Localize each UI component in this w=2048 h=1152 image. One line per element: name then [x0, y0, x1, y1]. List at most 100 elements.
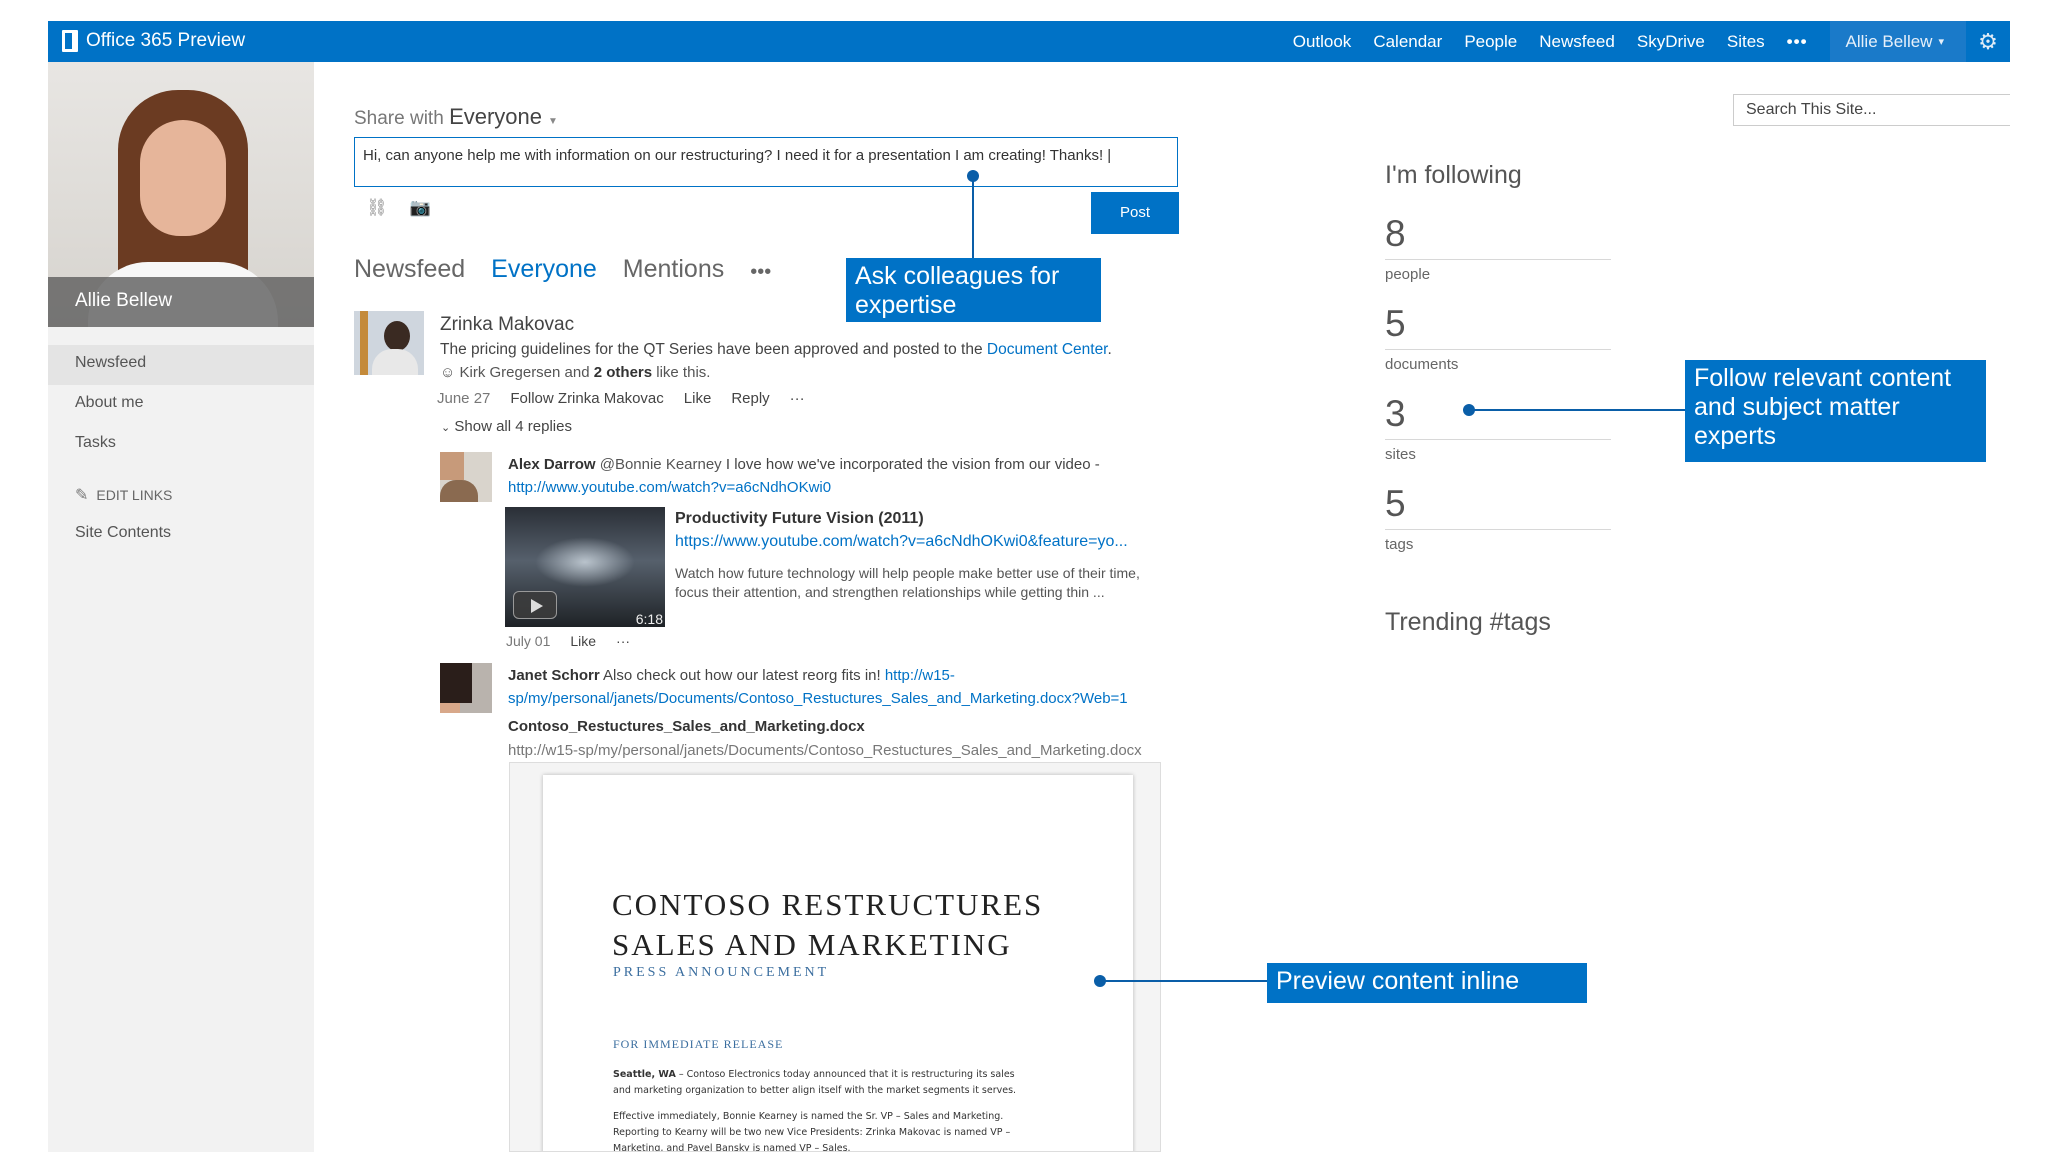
more-actions-button[interactable]: ···: [790, 390, 805, 407]
edit-links-button[interactable]: ✎ EDIT LINKS: [48, 465, 314, 515]
reply-link[interactable]: Reply: [731, 390, 769, 407]
reply-text: Janet Schorr Also check out how our late…: [508, 667, 955, 684]
nav-people[interactable]: People: [1464, 32, 1517, 52]
stat-documents[interactable]: 5 documents: [1385, 302, 1611, 373]
doc-para-2: Effective immediately, Bonnie Kearney is…: [613, 1109, 1073, 1152]
post-input[interactable]: Hi, can anyone help me with information …: [354, 137, 1178, 187]
reply-author[interactable]: Janet Schorr: [508, 667, 600, 684]
video-desc-1: Watch how future technology will help pe…: [675, 565, 1140, 581]
avatar[interactable]: [440, 663, 492, 713]
avatar-body: [372, 349, 418, 375]
nav-newsfeed[interactable]: Newsfeed: [1539, 32, 1615, 52]
more-actions-button[interactable]: ···: [616, 633, 630, 649]
share-with-label: Share with Everyone ▼: [354, 104, 558, 130]
stat-label: people: [1385, 266, 1431, 283]
reply-text: Alex Darrow @Bonnie Kearney I love how w…: [508, 456, 1100, 473]
like-link[interactable]: Like: [570, 633, 596, 649]
post-author[interactable]: Zrinka Makovac: [440, 314, 574, 336]
play-icon[interactable]: [513, 591, 557, 619]
doc-link-2[interactable]: sp/my/personal/janets/Documents/Contoso_…: [508, 690, 1128, 707]
chevron-down-icon: ▼: [548, 116, 558, 127]
doc-release: FOR IMMEDIATE RELEASE: [613, 1037, 784, 1051]
camera-icon[interactable]: 📷: [410, 198, 431, 218]
sidebar-item-site-contents[interactable]: Site Contents: [48, 515, 314, 555]
doc-title-line-1: CONTOSO RESTRUCTURES: [612, 887, 1044, 922]
sidebar-item-about-me[interactable]: About me: [48, 385, 314, 425]
tabs-more-button[interactable]: •••: [750, 261, 771, 284]
mention-link[interactable]: @Bonnie Kearney: [596, 456, 722, 473]
callout-ask-colleagues: Ask colleagues for expertise: [846, 258, 1101, 322]
stat-tags[interactable]: 5 tags: [1385, 482, 1611, 553]
doc-title: CONTOSO RESTRUCTURES SALES AND MARKETING: [612, 885, 1043, 965]
gear-icon[interactable]: ⚙: [1966, 29, 2010, 55]
stat-sites[interactable]: 3 sites: [1385, 392, 1611, 463]
profile-photo[interactable]: Allie Bellew: [48, 62, 314, 327]
user-menu[interactable]: Allie Bellew ▾: [1829, 21, 1966, 62]
doc-link-1[interactable]: http://w15-: [885, 667, 955, 684]
video-desc-2: focus their attention, and strengthen re…: [675, 584, 1105, 600]
callout-follow-content: Follow relevant content and subject matt…: [1685, 360, 1986, 462]
like-link[interactable]: Like: [684, 390, 712, 407]
tab-mentions[interactable]: Mentions: [623, 255, 724, 284]
likes-others-link[interactable]: 2 others: [594, 364, 652, 381]
tab-newsfeed[interactable]: Newsfeed: [354, 255, 465, 284]
stat-divider: [1385, 259, 1611, 260]
top-bar: Office 365 Preview Outlook Calendar Peop…: [48, 21, 2010, 62]
stat-value: 3: [1385, 393, 1406, 434]
nav-skydrive[interactable]: SkyDrive: [1637, 32, 1705, 52]
avatar-head: [384, 321, 410, 351]
avatar-stripe: [360, 311, 368, 375]
doc-name[interactable]: Contoso_Restuctures_Sales_and_Marketing.…: [508, 718, 865, 735]
sidebar-item-tasks[interactable]: Tasks: [48, 425, 314, 465]
callout-ask-line: [972, 176, 974, 258]
doc-path: http://w15-sp/my/personal/janets/Documen…: [508, 742, 1142, 759]
reply-author[interactable]: Alex Darrow: [508, 456, 596, 473]
office-logo[interactable]: Office 365 Preview: [62, 28, 245, 54]
stat-label: tags: [1385, 536, 1414, 553]
user-name: Allie Bellew: [1845, 31, 1933, 51]
stat-people[interactable]: 8 people: [1385, 212, 1611, 283]
post-text: The pricing guidelines for the QT Series…: [440, 341, 1112, 359]
app-title: Office 365 Preview: [86, 30, 246, 51]
audience-dropdown[interactable]: Everyone: [449, 104, 542, 129]
quick-launch: Newsfeed About me Tasks ✎ EDIT LINKS Sit…: [48, 345, 314, 555]
callout-preview-inline: Preview content inline: [1267, 963, 1587, 1003]
stat-divider: [1385, 529, 1611, 530]
video-url[interactable]: https://www.youtube.com/watch?v=a6cNdhOK…: [675, 533, 1128, 551]
youtube-link[interactable]: http://www.youtube.com/watch?v=a6cNdhOKw…: [508, 479, 831, 496]
video-duration: 6:18: [635, 611, 663, 627]
show-replies-link[interactable]: ⌄ Show all 4 replies: [441, 418, 572, 435]
reply-date: July 01: [506, 633, 551, 649]
stat-divider: [1385, 349, 1611, 350]
stat-value: 5: [1385, 303, 1406, 344]
doc-para-2-c: Marketing, and Pavel Bansky is named VP …: [613, 1143, 851, 1152]
trending-tags-title: Trending #tags: [1385, 608, 1551, 636]
document-preview[interactable]: CONTOSO RESTRUCTURES SALES AND MARKETING…: [509, 762, 1161, 1152]
tab-everyone[interactable]: Everyone: [491, 255, 597, 284]
reply-body: Also check out how our latest reorg fits…: [599, 667, 885, 684]
left-sidebar: Allie Bellew Newsfeed About me Tasks ✎ E…: [48, 62, 314, 1152]
likes-suffix: like this.: [652, 364, 711, 381]
avatar[interactable]: [440, 452, 492, 502]
avatar-head: [440, 452, 464, 480]
document-page: CONTOSO RESTRUCTURES SALES AND MARKETING…: [543, 775, 1133, 1152]
doc-para-2-a: Effective immediately, Bonnie Kearney is…: [613, 1111, 1004, 1122]
search-input[interactable]: Search This Site...: [1733, 94, 2010, 126]
stat-divider: [1385, 439, 1611, 440]
video-title[interactable]: Productivity Future Vision (2011): [675, 510, 924, 528]
nav-outlook[interactable]: Outlook: [1293, 32, 1352, 52]
document-center-link[interactable]: Document Center: [987, 341, 1108, 358]
nav-more-button[interactable]: •••: [1787, 32, 1808, 52]
post-likes: ☺ Kirk Gregersen and 2 others like this.: [440, 364, 710, 381]
link-icon[interactable]: ⛓: [366, 198, 388, 218]
doc-para-1-a: – Contoso Electronics today announced th…: [675, 1069, 1015, 1080]
video-thumbnail[interactable]: 6:18: [505, 507, 665, 627]
avatar[interactable]: [354, 311, 424, 375]
nav-calendar[interactable]: Calendar: [1373, 32, 1442, 52]
post-button[interactable]: Post: [1091, 192, 1179, 234]
avatar-hair: [440, 663, 472, 703]
follow-author-link[interactable]: Follow Zrinka Makovac: [510, 390, 663, 407]
likes-prefix: Kirk Gregersen and: [459, 364, 594, 381]
sidebar-item-newsfeed[interactable]: Newsfeed: [48, 345, 314, 385]
nav-sites[interactable]: Sites: [1727, 32, 1765, 52]
